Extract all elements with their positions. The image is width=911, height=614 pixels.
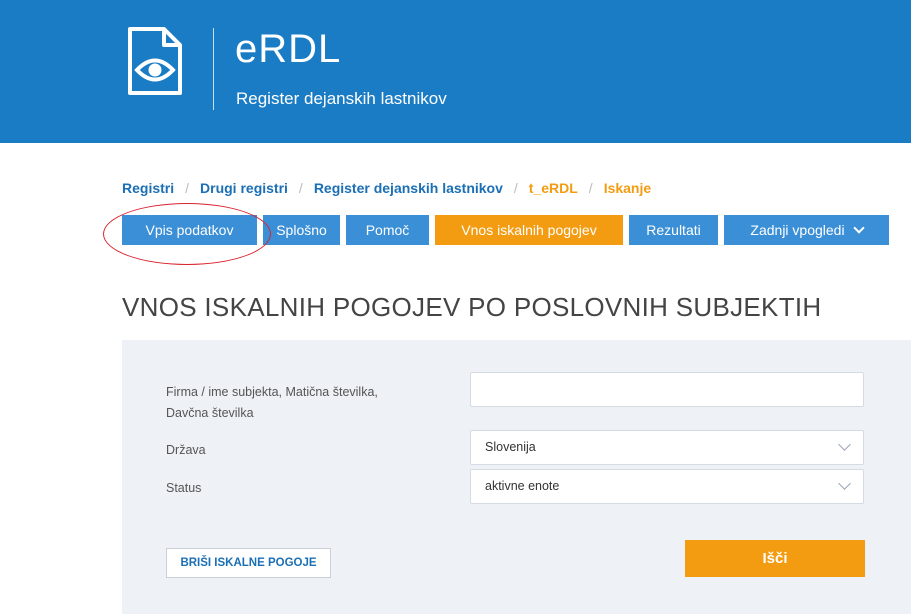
breadcrumb-item-t-erdl[interactable]: t_eRDL	[529, 180, 578, 196]
country-select-value: Slovenija	[485, 440, 536, 454]
status-select[interactable]: aktivne enote	[470, 469, 864, 504]
status-select-value: aktivne enote	[485, 479, 560, 493]
breadcrumb-separator: /	[185, 180, 190, 196]
status-label: Status	[166, 481, 202, 495]
tab-pomoc[interactable]: Pomoč	[346, 215, 429, 245]
tab-rezultati[interactable]: Rezultati	[629, 215, 718, 245]
breadcrumb-item-register[interactable]: Register dejanskih lastnikov	[314, 180, 503, 196]
subject-label-line2: Davčna številka	[166, 406, 254, 420]
search-button[interactable]: Išči	[685, 540, 865, 577]
tab-zadnji-vpogledi-label: Zadnji vpogledi	[750, 222, 845, 238]
breadcrumb-separator: /	[298, 180, 303, 196]
breadcrumb-item-iskanje: Iskanje	[603, 180, 652, 196]
clear-search-button[interactable]: BRIŠI ISKALNE POGOJE	[166, 548, 331, 578]
subject-search-input[interactable]	[470, 372, 864, 407]
app-subtitle: Register dejanskih lastnikov	[236, 89, 447, 108]
tab-zadnji-vpogledi[interactable]: Zadnji vpogledi	[724, 215, 889, 245]
breadcrumb-separator: /	[588, 180, 593, 196]
tab-splosno[interactable]: Splošno	[263, 215, 340, 245]
breadcrumb: Registri / Drugi registri / Register dejansk…	[122, 180, 651, 196]
chevron-down-icon	[838, 477, 851, 490]
app-title: eRDL	[235, 27, 342, 71]
subject-label-line1: Firma / ime subjekta, Matična številka,	[166, 385, 378, 399]
country-select[interactable]: Slovenija	[470, 430, 864, 465]
chevron-down-icon	[838, 438, 851, 451]
breadcrumb-item-registri[interactable]: Registri	[122, 180, 174, 196]
annotation-ellipse	[103, 203, 271, 265]
tab-vnos-iskalnih-pogojev[interactable]: Vnos iskalnih pogojev	[435, 215, 623, 245]
document-eye-icon	[128, 27, 182, 95]
breadcrumb-item-drugi-registri[interactable]: Drugi registri	[200, 180, 288, 196]
country-label: Država	[166, 443, 206, 457]
chevron-down-icon	[852, 222, 865, 234]
page-title: VNOS ISKALNIH POGOJEV PO POSLOVNIH SUBJE…	[122, 292, 822, 322]
breadcrumb-separator: /	[513, 180, 518, 196]
header-divider	[213, 28, 214, 110]
app-header: eRDL Register dejanskih lastnikov	[0, 0, 911, 143]
